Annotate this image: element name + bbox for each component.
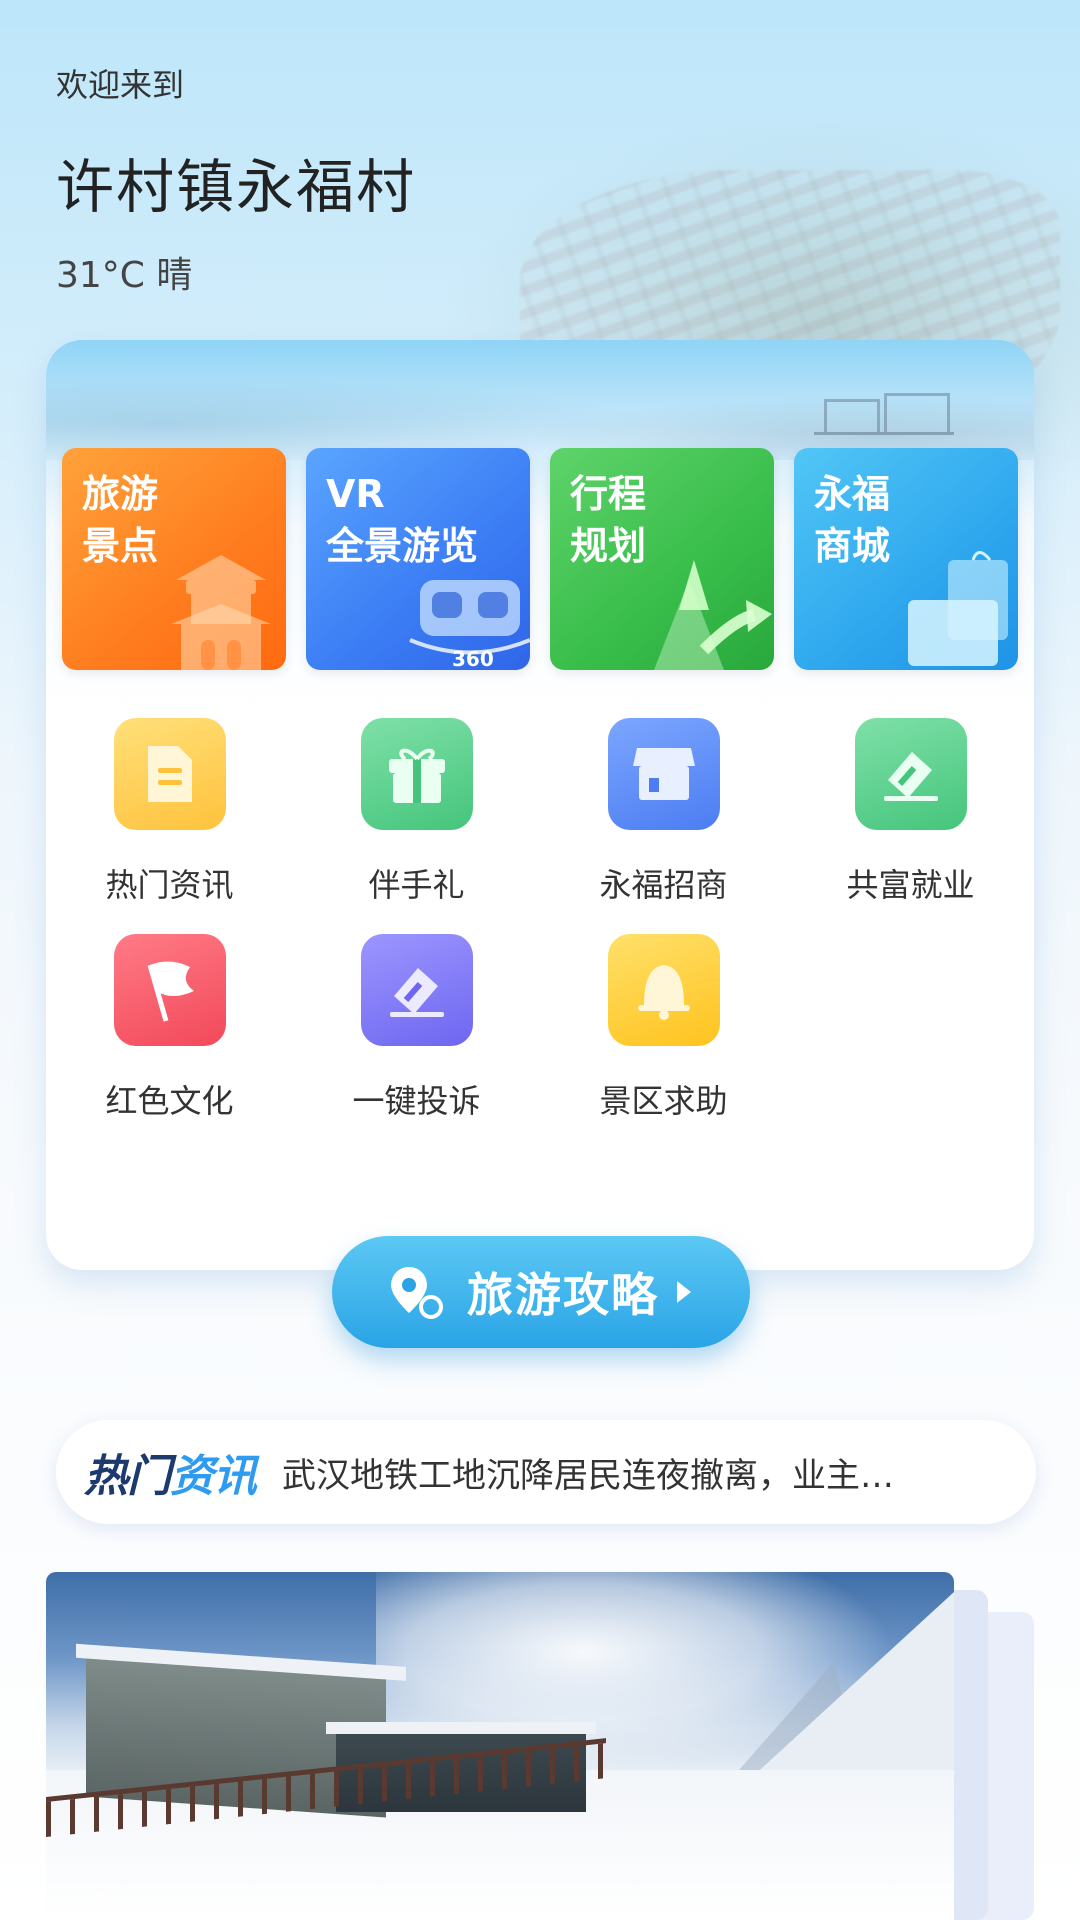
- travel-guide-label: 旅游攻略: [467, 1268, 659, 1322]
- flag-icon: [113, 934, 226, 1046]
- watermark: 大数跨境: [50, 1894, 139, 1919]
- pavilion-icon: [171, 555, 271, 670]
- grid-item-label: 伴手礼: [368, 866, 465, 904]
- grid-item-label: 共富就业: [846, 866, 975, 904]
- complaint-icon: [360, 934, 473, 1046]
- grid-item-label: 景区求助: [599, 1082, 728, 1120]
- grid-item-hot-news[interactable]: 热门资讯: [46, 718, 293, 934]
- grid-item-help[interactable]: 景区求助: [540, 934, 787, 1150]
- eraser-icon: [854, 718, 967, 830]
- grid-item-souvenirs[interactable]: 伴手礼: [293, 718, 540, 934]
- tile-label-line1: 旅游: [82, 472, 159, 516]
- grid-item-label: 热门资讯: [105, 866, 234, 904]
- service-icon-grid: 热门资讯 伴手礼 永福招商 共富就业 红色文化 一键投诉 景区求助: [46, 718, 1034, 1150]
- tile-label-line1: 永福: [814, 472, 891, 516]
- gift-icon: [360, 718, 473, 830]
- news-ticker[interactable]: 热门资讯 武汉地铁工地沉降居民连夜撤离，业主…: [56, 1420, 1036, 1524]
- map-pin-icon: [391, 1267, 443, 1319]
- store-icon: [607, 718, 720, 830]
- grid-item-complaint[interactable]: 一键投诉: [293, 934, 540, 1150]
- chevron-right-icon: [677, 1281, 691, 1303]
- tile-label-line1: VR: [326, 472, 385, 516]
- route-arrow-icon: [654, 560, 772, 670]
- grid-item-label: 红色文化: [105, 1082, 234, 1120]
- grid-item-label: 永福招商: [599, 866, 728, 904]
- tile-itinerary-planning[interactable]: 行程 规划: [550, 448, 774, 670]
- document-icon: [113, 718, 226, 830]
- scenic-banner-image[interactable]: [46, 1572, 954, 1920]
- svg-text:360: 360: [452, 647, 494, 670]
- services-card: 旅游 景点 VR 全景游览 360 行程 规划 永福 商城 热门资讯 伴手礼 永…: [46, 340, 1034, 1270]
- news-tag: 热门资讯: [84, 1440, 257, 1504]
- news-tag-part1: 热门: [84, 1451, 171, 1502]
- news-tag-part2: 资讯: [170, 1451, 257, 1502]
- tile-label-line1: 行程: [570, 472, 647, 516]
- travel-guide-button[interactable]: 旅游攻略: [332, 1236, 750, 1348]
- vr-360-icon: 360: [409, 580, 530, 670]
- card-decoration: [46, 340, 1034, 460]
- grid-item-label: 一键投诉: [352, 1082, 481, 1120]
- tile-yongfu-mall[interactable]: 永福 商城: [794, 448, 1018, 670]
- tile-tourist-attractions[interactable]: 旅游 景点: [62, 448, 286, 670]
- grid-item-red-culture[interactable]: 红色文化: [46, 934, 293, 1150]
- shopping-bag-icon: [908, 551, 1008, 666]
- feature-tiles: 旅游 景点 VR 全景游览 360 行程 规划 永福 商城: [62, 448, 1018, 670]
- bell-icon: [607, 934, 720, 1046]
- welcome-text: 欢迎来到: [56, 66, 185, 104]
- tile-vr-panorama[interactable]: VR 全景游览 360: [306, 448, 530, 670]
- grid-item-employment[interactable]: 共富就业: [787, 718, 1034, 934]
- news-headline[interactable]: 武汉地铁工地沉降居民连夜撤离，业主…: [282, 1448, 1008, 1497]
- page-title: 许村镇永福村: [56, 153, 417, 221]
- weather-info: 31°C 晴: [56, 255, 193, 296]
- grid-item-investment[interactable]: 永福招商: [540, 718, 787, 934]
